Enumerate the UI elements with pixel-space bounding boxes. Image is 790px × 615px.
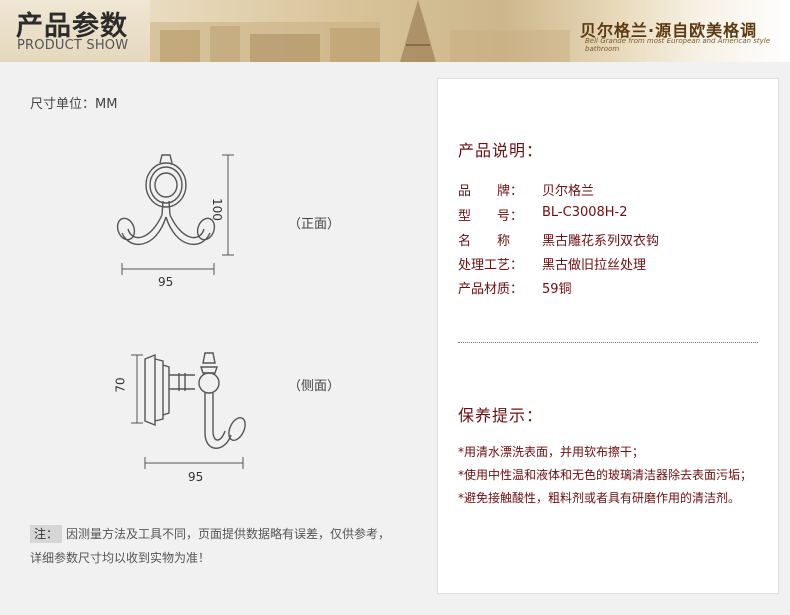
- spec-key: 产品材质：: [458, 282, 524, 297]
- spec-value: 贝尔格兰: [542, 184, 595, 199]
- care-tip: *用清水漂洗表面，并用软布擦干；: [458, 445, 645, 459]
- care-title: 保养提示：: [458, 406, 544, 425]
- front-height-value: 100: [210, 198, 224, 221]
- side-view-label: （侧面）: [288, 379, 341, 394]
- side-height-value: 70: [113, 377, 128, 393]
- front-view-drawing: [116, 154, 234, 275]
- spec-value: BL-C3008H-2: [542, 205, 628, 220]
- spec-key: 品 牌：: [458, 184, 524, 199]
- note-tag: 注：: [30, 525, 63, 543]
- care-tip: *使用中性温和液体和无色的玻璃清洁器除去表面污垢；: [458, 468, 753, 482]
- side-view-drawing: [131, 352, 246, 469]
- spec-key: 型 号：: [458, 209, 524, 224]
- section-divider: [458, 342, 758, 343]
- brand-slogan-english: Bell Grande from most European and Ameri…: [585, 37, 771, 53]
- note-line-1: 因测量方法及工具不同，页面提供数据略有误差，仅供参考，: [66, 527, 391, 541]
- spec-value: 59铜: [542, 282, 572, 297]
- front-width-value: 95: [158, 275, 174, 289]
- page-subtitle: PRODUCT SHOW: [17, 38, 129, 53]
- spec-key: 名 称: [458, 234, 511, 249]
- spec-value: 黑古做旧拉丝处理: [542, 258, 647, 273]
- header-banner: 产品参数 PRODUCT SHOW 贝尔格兰·源自欧美格调 Bell Grand…: [0, 0, 790, 62]
- unit-label: 尺寸单位：MM: [30, 97, 118, 112]
- product-info-panel: 产品说明： 品 牌： 贝尔格兰 型 号： BL-C3008H-2 名 称 黑古雕…: [437, 78, 779, 594]
- side-width-value: 95: [188, 470, 204, 484]
- spec-key: 处理工艺：: [458, 258, 524, 273]
- measurement-note: 注： 因测量方法及工具不同，页面提供数据略有误差，仅供参考， 详细参数尺寸均以收到…: [30, 522, 430, 570]
- front-rosette-outer: [145, 162, 187, 208]
- care-tip: *避免接触酸性，粗料剂或者具有研磨作用的清洁剂。: [458, 491, 741, 505]
- description-title: 产品说明：: [458, 141, 544, 160]
- front-view-label: （正面）: [288, 217, 341, 232]
- note-line-2: 详细参数尺寸均以收到实物为准！: [30, 551, 211, 565]
- spec-value: 黑古雕花系列双衣钩: [542, 234, 660, 249]
